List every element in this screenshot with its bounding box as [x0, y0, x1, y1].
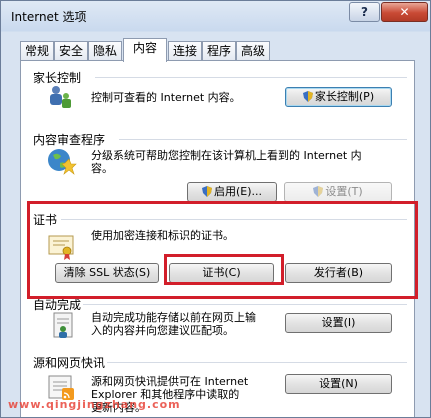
feeds-settings-button[interactable]: 设置(N) [285, 374, 392, 394]
tab-content[interactable]: 内容 [123, 38, 167, 62]
uac-shield-icon [201, 186, 212, 197]
autocomplete-icon [53, 312, 73, 338]
parental-controls-button-label: 家长控制(P) [314, 90, 375, 103]
group-divider [107, 362, 407, 363]
tab-programs[interactable]: 程序 [202, 41, 236, 60]
tab-security[interactable]: 安全 [54, 41, 88, 60]
group-divider [83, 304, 407, 305]
uac-shield-icon [302, 91, 313, 102]
parental-controls-icon [50, 86, 71, 108]
content-advisor-enable-button[interactable]: 启用(E)... [187, 182, 277, 202]
group-divider [119, 139, 407, 140]
close-button[interactable]: ✕ [381, 2, 428, 22]
help-button[interactable]: ? [349, 2, 380, 22]
content-advisor-heading: 内容审查程序 [33, 133, 106, 147]
autocomplete-settings-button[interactable]: 设置(I) [285, 313, 392, 333]
content-advisor-enable-label: 启用(E)... [213, 185, 263, 198]
tab-general[interactable]: 常规 [20, 41, 54, 60]
tab-advanced[interactable]: 高级 [236, 41, 270, 60]
certificates-button-highlight-box [164, 254, 284, 285]
autocomplete-description-line1: 自动完成功能存储以前在网页上输 [91, 311, 256, 324]
content-advisor-icon [48, 149, 77, 175]
feeds-description-line1: 源和网页快讯提供可在 Internet [91, 375, 249, 388]
content-advisor-settings-button[interactable]: 设置(T) [284, 182, 392, 202]
tab-privacy[interactable]: 隐私 [88, 41, 122, 60]
parental-controls-button[interactable]: 家长控制(P) [285, 87, 392, 107]
uac-shield-icon [313, 186, 324, 197]
title-bar[interactable]: Internet 选项 ? ✕ [1, 1, 430, 31]
feeds-heading: 源和网页快讯 [33, 356, 106, 370]
tab-connections[interactable]: 连接 [168, 41, 202, 60]
internet-options-window: Internet 选项 ? ✕ 常规 安全 隐私 内容 连接 程序 高级 家长控… [0, 0, 431, 418]
content-advisor-description-line1: 分级系统可帮助您控制在该计算机上看到的 Internet 内 [91, 149, 362, 162]
autocomplete-description-line2: 入的内容并向您建议匹配项。 [91, 324, 234, 337]
content-advisor-description-line2: 容。 [91, 162, 113, 175]
watermark-text: www.qingjingzhang.com [8, 398, 181, 411]
group-divider [95, 77, 407, 78]
window-title: Internet 选项 [11, 10, 87, 24]
parental-controls-description: 控制可查看的 Internet 内容。 [91, 91, 241, 104]
content-advisor-settings-label: 设置(T) [325, 185, 363, 198]
